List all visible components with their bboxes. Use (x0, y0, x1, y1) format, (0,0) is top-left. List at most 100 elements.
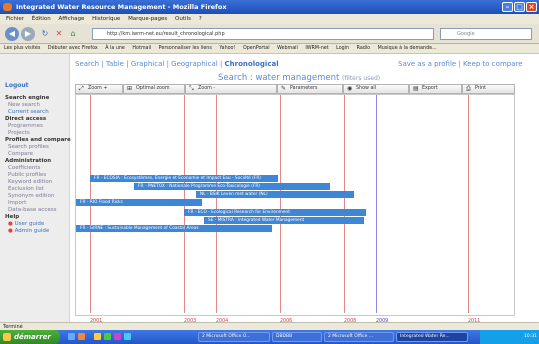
export-label: Export (422, 86, 438, 91)
quicklaunch-icon[interactable] (94, 333, 101, 340)
sidebar-item-database-access[interactable]: Data-base access (8, 207, 57, 213)
search-input[interactable]: Google (440, 28, 532, 40)
menu-item-bookmarks[interactable]: Marque-pages (128, 16, 167, 22)
keep-compare-link[interactable]: Keep to compare (463, 60, 523, 68)
bookmark-item[interactable]: Musique à la demande... (378, 46, 437, 51)
filters-used-link[interactable]: (filters used) (342, 75, 380, 82)
firefox-icon (3, 3, 12, 11)
sidebar-heading-help: Help (5, 214, 20, 220)
start-button[interactable]: démarrer (0, 330, 60, 344)
bookmark-item[interactable]: Débuter avec Firefox (48, 46, 98, 51)
tab-graphical[interactable]: Graphical (131, 60, 165, 68)
printer-icon: ⎙ (466, 85, 471, 92)
sidebar-item-projects[interactable]: Projects (8, 130, 30, 136)
sidebar-item-programmes[interactable]: Programmes (8, 123, 43, 129)
sidebar-heading-administration: Administration (5, 158, 52, 164)
logout-link[interactable]: Logout (5, 82, 29, 89)
save-profile-link[interactable]: Save as a profile (398, 60, 456, 68)
quicklaunch-icon[interactable] (124, 333, 131, 340)
url-input[interactable]: http://km.iwrm-net.eu/result_chronologic… (92, 28, 434, 40)
tab-table[interactable]: Table (106, 60, 124, 68)
menu-item-file[interactable]: Fichier (6, 16, 24, 22)
taskbar-item[interactable]: 2 Microsoft Office ... (324, 332, 394, 342)
menu-item-view[interactable]: Affichage (59, 16, 85, 22)
quicklaunch-icon[interactable] (78, 333, 85, 340)
forward-icon[interactable]: ▶ (21, 27, 35, 41)
timeline-bar[interactable]: SE - MISTRA : Integrated Water Managemen… (204, 217, 364, 224)
tab-chronological[interactable]: Chronological (225, 60, 279, 68)
taskbar-item[interactable]: Integrated Water Re... (396, 332, 468, 342)
sidebar-item-new-search[interactable]: New search (8, 102, 40, 108)
menu-item-tools[interactable]: Outils (175, 16, 191, 22)
home-icon[interactable]: ⌂ (66, 27, 80, 41)
guide-icon: ● (8, 228, 13, 234)
taskbar-item[interactable]: DBDBB (272, 332, 322, 342)
timeline-bar[interactable]: FR - RIO Flood Risks (76, 199, 202, 206)
zoom-in-icon: ⤢ (79, 85, 84, 92)
sidebar-item-public-profiles[interactable]: Public profiles (8, 172, 46, 178)
menu-item-history[interactable]: Historique (92, 16, 120, 22)
sidebar-item-compare[interactable]: Compare (8, 151, 33, 157)
quicklaunch-icon[interactable] (68, 333, 75, 340)
separator: | (101, 60, 104, 68)
bookmark-item[interactable]: Personnaliser les liens (159, 46, 212, 51)
quicklaunch-icon[interactable] (114, 333, 121, 340)
timeline-bar[interactable]: FR - GIRNE : Sustainable Management of C… (76, 225, 272, 232)
sidebar-item-synonym-edition[interactable]: Synonym edition (8, 193, 54, 199)
wrench-icon: ✎ (281, 85, 287, 92)
timeline-bar[interactable]: FR - ECOSIA : Écosystèmes, Énergie et Éc… (90, 175, 278, 182)
timeline-bar[interactable]: NL - BSIK Leven met water (NL) (196, 191, 354, 198)
sidebar-item-exclusion-list[interactable]: Exclusion list (8, 186, 44, 192)
current-year-gridline (376, 95, 377, 313)
stop-icon[interactable]: ✕ (52, 27, 66, 41)
print-button[interactable]: ⎙ Print (462, 84, 515, 94)
show-all-button[interactable]: ◉ Show all (343, 84, 409, 94)
quicklaunch-icon[interactable] (104, 333, 111, 340)
sidebar-item-current-search[interactable]: Current search (8, 109, 49, 115)
export-button[interactable]: ▤ Export (409, 84, 462, 94)
sidebar-item-admin-guide[interactable]: ● Admin guide (8, 228, 49, 234)
bookmark-item[interactable]: Hotmail (132, 46, 151, 51)
tab-search[interactable]: Search (75, 60, 99, 68)
reload-icon[interactable]: ↻ (38, 27, 52, 41)
bookmark-item[interactable]: IWRM-net (305, 46, 328, 51)
bookmark-item[interactable]: À la une (105, 46, 125, 51)
menu-item-edit[interactable]: Édition (32, 16, 51, 22)
zoom-minus-button[interactable]: ⤡ Zoom - (185, 84, 277, 94)
bookmark-item[interactable]: Login (336, 46, 349, 51)
timeline-bar[interactable]: FR - PNETOX : Nationale Programme Éco-To… (134, 183, 330, 190)
profile-actions: Save as a profile | Keep to compare (398, 60, 523, 68)
system-tray: 10:31 (480, 330, 539, 344)
timeline-bar[interactable]: FR - ECO - Ecological Research for Envir… (184, 209, 366, 216)
sidebar-item-keyword-edition[interactable]: Keyword edition (8, 179, 52, 185)
optimal-zoom-button[interactable]: ⊞ Optimal zoom (123, 84, 185, 94)
sidebar-heading-direct-access: Direct access (5, 116, 47, 122)
tab-geographical[interactable]: Geographical (171, 60, 218, 68)
bookmark-item[interactable]: Radio (357, 46, 370, 51)
clock: 10:31 (524, 334, 537, 339)
maximize-icon[interactable]: □ (514, 2, 525, 12)
bookmark-item[interactable]: Yahoo! (219, 46, 235, 51)
print-label: Print (475, 86, 487, 91)
sidebar-item-search-profiles[interactable]: Search profiles (8, 144, 49, 150)
admin-guide-label: Admin guide (14, 228, 50, 234)
separator: | (126, 60, 129, 68)
zoom-plus-button[interactable]: ⤢ Zoom + (75, 84, 123, 94)
minimize-icon[interactable]: – (502, 2, 513, 12)
menu-item-help[interactable]: ? (199, 16, 202, 22)
eye-icon: ◉ (347, 85, 353, 92)
show-all-label: Show all (356, 86, 377, 91)
bookmark-item[interactable]: OpenPortal (243, 46, 270, 51)
sidebar-item-import[interactable]: Import (8, 200, 26, 206)
parameters-button[interactable]: ✎ Parameters (277, 84, 343, 94)
search-placeholder: Google (457, 31, 475, 37)
back-icon[interactable]: ◀ (5, 27, 19, 41)
page-title: Search : water management (filters used) (218, 73, 380, 83)
taskbar-item[interactable]: 2 Microsoft Office O... (198, 332, 270, 342)
bookmark-item[interactable]: Webmail (277, 46, 298, 51)
close-icon[interactable]: × (526, 2, 537, 12)
sidebar-item-coefficients[interactable]: Coefficients (8, 165, 40, 171)
sidebar-item-user-guide[interactable]: ● User guide (8, 221, 44, 227)
bookmark-item[interactable]: Les plus visités (4, 46, 40, 51)
url-text: http://km.iwrm-net.eu/result_chronologic… (107, 31, 225, 37)
